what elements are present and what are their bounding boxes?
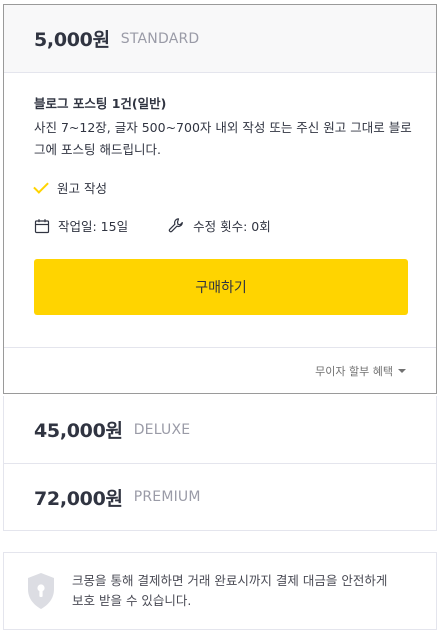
package-price: 5,000원 [34,29,110,51]
safe-payment-text: 크몽을 통해 결제하면 거래 완료시까지 결제 대금을 안전하게 보호 받을 수… [72,571,387,611]
caret-down-icon [398,368,406,373]
installment-benefit-toggle[interactable]: 무이자 할부 혜택 [4,347,436,393]
package-deluxe[interactable]: 45,000원 DELUXE [3,396,437,464]
installment-label: 무이자 할부 혜택 [315,364,393,378]
work-days-label: 작업일: 15일 [58,219,129,234]
package-header-standard[interactable]: 5,000원 STANDARD [4,5,436,73]
package-price: 45,000원 [34,420,123,442]
package-premium[interactable]: 72,000원 PREMIUM [3,463,437,531]
package-price: 72,000원 [34,487,123,510]
feature-label: 원고 작성 [57,181,107,196]
calendar-icon [34,218,50,233]
feature-item: 원고 작성 [33,177,406,197]
package-tier: STANDARD [120,30,200,47]
revisions-label: 수정 횟수: 0회 [193,219,271,234]
safe-payment-notice: 크몽을 통해 결제하면 거래 완료시까지 결제 대금을 안전하게 보호 받을 수… [3,552,437,630]
safe-payment-line2: 보호 받을 수 있습니다. [72,593,192,608]
shield-lock-icon [28,573,54,609]
package-tier: PREMIUM [133,489,201,505]
package-meta: 작업일: 15일 수정 횟수: 0회 [34,216,406,235]
wrench-icon [168,218,183,233]
package-description: 사진 7~12장, 글자 500~700자 내외 작성 또는 주신 원고 그대로… [34,120,412,157]
safe-payment-line1: 크몽을 통해 결제하면 거래 완료시까지 결제 대금을 안전하게 [72,573,388,588]
package-title: 블로그 포스팅 1건(일반) [34,96,167,111]
check-icon [33,177,49,194]
package-tier: DELUXE [133,421,191,438]
package-body: 블로그 포스팅 1건(일반) 사진 7~12장, 글자 500~700자 내외 … [4,73,436,315]
revisions: 수정 횟수: 0회 [168,216,271,235]
work-days: 작업일: 15일 [34,216,128,235]
package-standard: 5,000원 STANDARD 블로그 포스팅 1건(일반) 사진 7~12장,… [3,4,437,394]
buy-button[interactable]: 구매하기 [34,259,408,315]
